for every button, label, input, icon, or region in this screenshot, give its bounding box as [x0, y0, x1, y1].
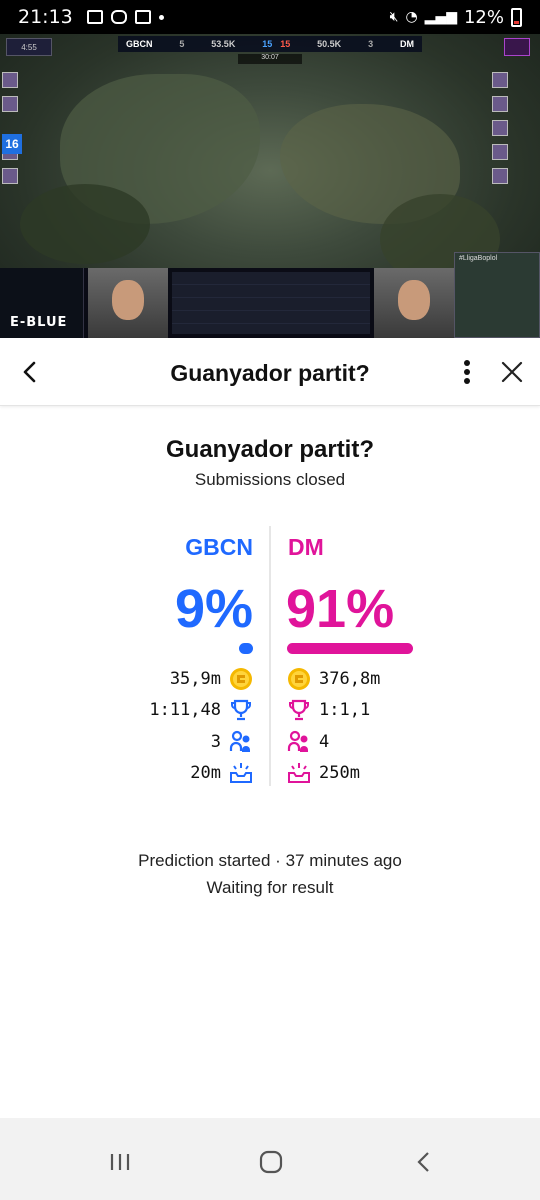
back-nav-button[interactable] — [398, 1142, 448, 1182]
outcome-bar-right — [287, 643, 413, 654]
more-options-button[interactable] — [454, 356, 480, 388]
outcome-percent-left: 9% — [174, 579, 253, 639]
trophy-icon — [287, 698, 311, 722]
outcome-divider — [269, 526, 271, 786]
kebab-menu-icon — [464, 360, 470, 384]
points-row-right: 376,8m — [287, 666, 380, 692]
facebook-icon — [134, 10, 151, 24]
minimap-tag: #LligaBoplol — [459, 255, 498, 262]
caster-face — [398, 280, 430, 320]
users-row-left: 3 — [211, 729, 253, 755]
game-timer: 30:07 — [238, 54, 302, 64]
silent-icon: 🔇︎ — [389, 9, 399, 25]
towers-right: 3 — [368, 39, 374, 49]
team-logo — [504, 38, 530, 56]
users-icon — [287, 730, 311, 754]
towers-left: 5 — [179, 39, 185, 49]
prediction-title: Guanyador partit? — [165, 436, 375, 463]
team-left-name: GBCN — [126, 39, 153, 49]
users-value: 4 — [319, 732, 330, 752]
caster-logo: E-BLUE — [0, 268, 84, 338]
home-button[interactable] — [246, 1142, 296, 1182]
gold-right: 50.5K — [317, 39, 342, 49]
prediction-started-text: Prediction started · 37 minutes ago — [138, 851, 402, 870]
team-right-champions — [492, 72, 510, 184]
top-bet-value: 250m — [319, 763, 360, 783]
trophy-icon — [229, 698, 253, 722]
ratio-row-right: 1:1,1 — [287, 697, 370, 723]
caster-brand: E-BLUE — [10, 315, 68, 330]
recent-apps-icon — [110, 1154, 130, 1170]
player-stats-table — [172, 272, 370, 334]
gallery-icon — [86, 10, 103, 24]
users-icon — [229, 730, 253, 754]
top-predictor-icon — [287, 761, 311, 785]
ratio-row-left: 1:11,48 — [149, 697, 253, 723]
points-value: 376,8m — [319, 669, 381, 689]
champion-portrait — [492, 168, 508, 184]
close-button[interactable] — [496, 356, 528, 388]
side-badge: 16 — [2, 134, 22, 154]
kills-left: 15 — [262, 39, 273, 49]
top-bet-value: 20m — [190, 763, 221, 783]
kills-right: 15 — [280, 39, 291, 49]
signal-icon: ▂▄▆ — [424, 9, 457, 25]
minimap: #LligaBoplol — [454, 252, 540, 338]
points-value: 35,9m — [169, 669, 221, 689]
caster-face — [112, 280, 144, 320]
ratio-value: 1:11,48 — [149, 700, 221, 720]
outcome-bar-left — [239, 643, 253, 654]
more-notifications-icon — [158, 14, 164, 20]
top-bet-row-left: 20m — [190, 760, 253, 786]
champion-portrait — [492, 72, 508, 88]
champion-portrait — [2, 72, 18, 88]
status-time: 21:13 — [18, 6, 73, 28]
channel-points-coin-icon — [229, 667, 253, 691]
notification-icons — [86, 10, 164, 24]
caster-webcam-right — [374, 268, 454, 338]
scoreboard: GBCN 5 53.5K 15 15 50.5K 3 DM — [118, 36, 422, 52]
stream-video[interactable]: 4:55 GBCN 5 53.5K 15 15 50.5K 3 DM 30:07… — [0, 34, 540, 338]
battery-percent: 12% — [463, 6, 504, 28]
team-right-name: DM — [399, 39, 414, 49]
prediction-header: Guanyador partit? — [0, 338, 540, 406]
outcome-name-left: GBCN — [185, 534, 253, 560]
match-clock: 4:55 — [6, 38, 52, 56]
outcome-name-right: DM — [288, 534, 324, 560]
map-terrain — [20, 184, 150, 264]
outcome-percent-right: 91% — [286, 579, 395, 639]
top-bet-row-right: 250m — [287, 760, 360, 786]
home-icon — [259, 1150, 283, 1174]
prediction-status: Submissions closed — [194, 470, 346, 489]
champion-portrait — [492, 120, 508, 136]
team-left-champions — [2, 72, 20, 184]
channel-points-coin-icon — [287, 667, 311, 691]
champion-portrait — [2, 96, 18, 112]
recent-apps-button[interactable] — [95, 1142, 145, 1182]
close-icon — [501, 361, 523, 383]
battery-icon — [511, 7, 522, 27]
users-row-right: 4 — [287, 729, 329, 755]
caster-webcam-left — [88, 268, 168, 338]
wifi-icon: ◔ — [405, 9, 418, 25]
discord-icon — [110, 10, 127, 24]
ratio-value: 1:1,1 — [319, 700, 371, 720]
users-value: 3 — [210, 732, 221, 752]
champion-portrait — [492, 96, 508, 112]
gold-left: 53.5K — [211, 39, 236, 49]
top-predictor-icon — [229, 761, 253, 785]
system-status: 🔇︎ ◔ ▂▄▆ 12% — [390, 7, 522, 28]
champion-portrait — [2, 168, 18, 184]
back-nav-icon — [417, 1152, 429, 1172]
system-nav-bar — [0, 1118, 540, 1200]
prediction-result-status: Waiting for result — [206, 878, 334, 897]
champion-portrait — [492, 144, 508, 160]
points-row-left: 35,9m — [170, 666, 253, 692]
status-bar: 21:13 🔇︎ ◔ ▂▄▆ 12% — [0, 0, 540, 34]
